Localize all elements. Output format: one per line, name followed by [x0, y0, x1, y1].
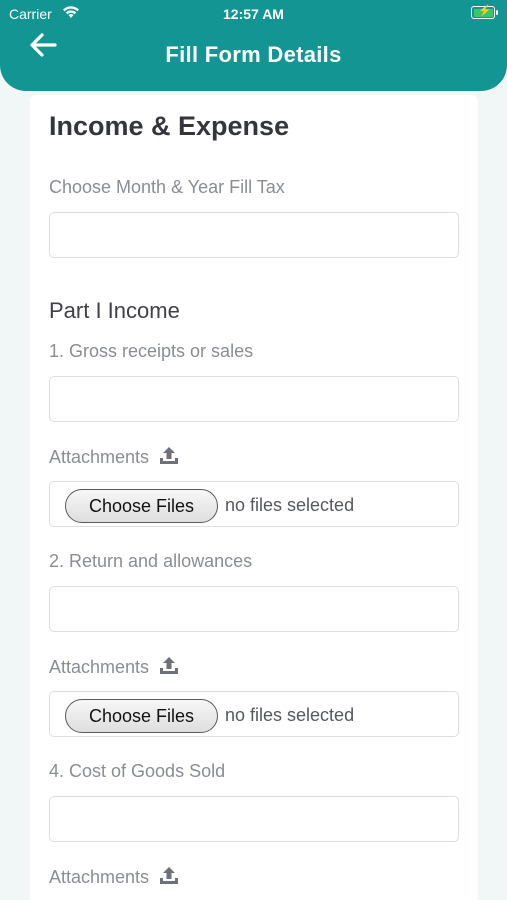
- part1-title: Part I Income: [49, 298, 180, 323]
- file-status: no files selected: [225, 495, 355, 515]
- cost-of-goods-label: 4. Cost of Goods Sold: [49, 761, 226, 781]
- attachments-label-2: Attachments: [49, 656, 180, 681]
- header-bar: Carrier 12:57 AM ⚡ Fill Form Details: [0, 0, 507, 91]
- gross-receipts-input[interactable]: [49, 376, 459, 422]
- month-year-label: Choose Month & Year Fill Tax: [49, 177, 285, 197]
- choose-files-button[interactable]: Choose Files: [65, 699, 218, 733]
- upload-icon: [158, 656, 180, 681]
- file-input-2: Choose Files no files selected: [49, 691, 459, 737]
- upload-icon: [158, 446, 180, 471]
- attachments-text: Attachments: [49, 447, 150, 467]
- return-allowances-label: 2. Return and allowances: [49, 551, 253, 571]
- choose-files-button[interactable]: Choose Files: [65, 489, 218, 523]
- status-bar: Carrier 12:57 AM ⚡: [0, 0, 507, 28]
- gross-receipts-label: 1. Gross receipts or sales: [49, 341, 254, 361]
- upload-icon: [158, 866, 180, 891]
- cost-of-goods-input[interactable]: [49, 796, 459, 842]
- attachments-label-3: Attachments: [49, 866, 180, 891]
- clock: 12:57 AM: [223, 6, 284, 22]
- page-title: Fill Form Details: [165, 42, 342, 67]
- month-year-input[interactable]: [49, 212, 459, 258]
- file-status: no files selected: [225, 705, 355, 725]
- attachments-text: Attachments: [49, 867, 150, 887]
- form-card: Income & Expense Choose Month & Year Fil…: [30, 95, 478, 900]
- file-input-1: Choose Files no files selected: [49, 481, 459, 527]
- attachments-text: Attachments: [49, 657, 150, 677]
- attachments-label-1: Attachments: [49, 446, 180, 471]
- section-title: Income & Expense: [49, 111, 290, 141]
- battery-icon: ⚡: [471, 5, 498, 19]
- return-allowances-input[interactable]: [49, 586, 459, 632]
